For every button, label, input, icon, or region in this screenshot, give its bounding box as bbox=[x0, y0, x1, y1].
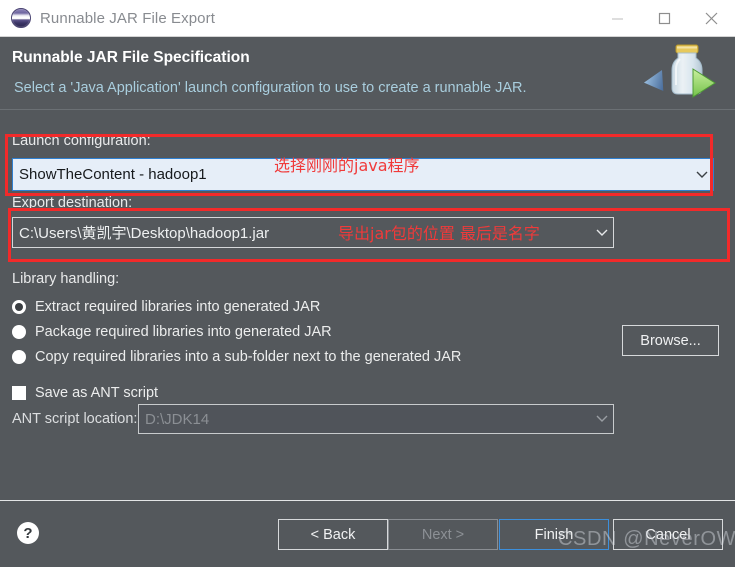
chevron-down-icon[interactable] bbox=[591, 415, 613, 423]
export-destination-label: Export destination: bbox=[12, 195, 133, 211]
question-mark-help-icon[interactable]: ? bbox=[17, 522, 39, 544]
ant-script-location-combo[interactable]: D:\JDK14 bbox=[138, 404, 614, 434]
launch-configuration-label: Launch configuration: bbox=[12, 133, 151, 149]
next-button: Next > bbox=[388, 519, 498, 550]
chevron-down-icon[interactable] bbox=[691, 171, 713, 179]
title-bar: Runnable JAR File Export bbox=[0, 0, 735, 37]
ant-script-location-label: ANT script location: bbox=[12, 411, 138, 427]
cancel-button-label: Cancel bbox=[645, 526, 691, 543]
radio-copy-libraries[interactable]: Copy required libraries into a sub-folde… bbox=[12, 346, 461, 368]
finish-button[interactable]: Finish bbox=[499, 519, 609, 550]
radio-indicator[interactable] bbox=[12, 350, 26, 364]
page-description: Select a 'Java Application' launch confi… bbox=[14, 80, 527, 96]
minimize-button[interactable] bbox=[594, 0, 641, 37]
next-button-label: Next > bbox=[421, 526, 465, 543]
help-label: ? bbox=[23, 524, 33, 542]
cancel-button[interactable]: Cancel bbox=[613, 519, 723, 550]
dialog-button-bar: ? < Back Next > Finish Cancel bbox=[0, 500, 735, 567]
jar-with-green-arrow-icon bbox=[643, 44, 716, 98]
launch-configuration-value: ShowTheContent - hadoop1 bbox=[19, 166, 207, 183]
window-controls bbox=[594, 0, 735, 37]
browse-destination-label: Browse... bbox=[640, 332, 701, 349]
save-as-ant-script-label: Save as ANT script bbox=[35, 385, 159, 401]
radio-package-libraries-label: Package required libraries into generate… bbox=[35, 324, 332, 340]
ant-script-location-value: D:\JDK14 bbox=[145, 410, 210, 428]
radio-extract-libraries[interactable]: Extract required libraries into generate… bbox=[12, 296, 320, 318]
maximize-button[interactable] bbox=[641, 0, 688, 37]
window-title: Runnable JAR File Export bbox=[40, 9, 215, 27]
browse-destination-button[interactable]: Browse... bbox=[622, 325, 719, 356]
close-button[interactable] bbox=[688, 0, 735, 37]
checkbox-indicator[interactable] bbox=[12, 386, 26, 400]
page-title: Runnable JAR File Specification bbox=[12, 49, 250, 66]
finish-button-label: Finish bbox=[534, 526, 574, 543]
runnable-jar-export-dialog: Runnable JAR File Export Runnable JAR Fi… bbox=[0, 0, 735, 567]
launch-configuration-combo[interactable]: ShowTheContent - hadoop1 bbox=[12, 158, 714, 191]
export-destination-combo[interactable]: C:\Users\黄凯宇\Desktop\hadoop1.jar bbox=[12, 217, 614, 248]
radio-copy-libraries-label: Copy required libraries into a sub-folde… bbox=[35, 349, 462, 365]
export-destination-value: C:\Users\黄凯宇\Desktop\hadoop1.jar bbox=[19, 225, 270, 242]
chevron-down-icon[interactable] bbox=[591, 229, 613, 237]
save-as-ant-script-checkbox[interactable]: Save as ANT script bbox=[12, 385, 158, 401]
wizard-header: Runnable JAR File Specification Select a… bbox=[0, 37, 735, 110]
radio-indicator[interactable] bbox=[12, 325, 26, 339]
library-handling-label: Library handling: bbox=[12, 271, 120, 287]
radio-package-libraries[interactable]: Package required libraries into generate… bbox=[12, 321, 332, 343]
radio-indicator-selected[interactable] bbox=[12, 300, 26, 314]
back-button[interactable]: < Back bbox=[278, 519, 388, 550]
wizard-body: Launch configuration: ShowTheContent - h… bbox=[0, 110, 735, 544]
radio-extract-libraries-label: Extract required libraries into generate… bbox=[35, 299, 321, 315]
eclipse-globe-icon bbox=[11, 8, 31, 28]
back-button-label: < Back bbox=[310, 526, 356, 543]
